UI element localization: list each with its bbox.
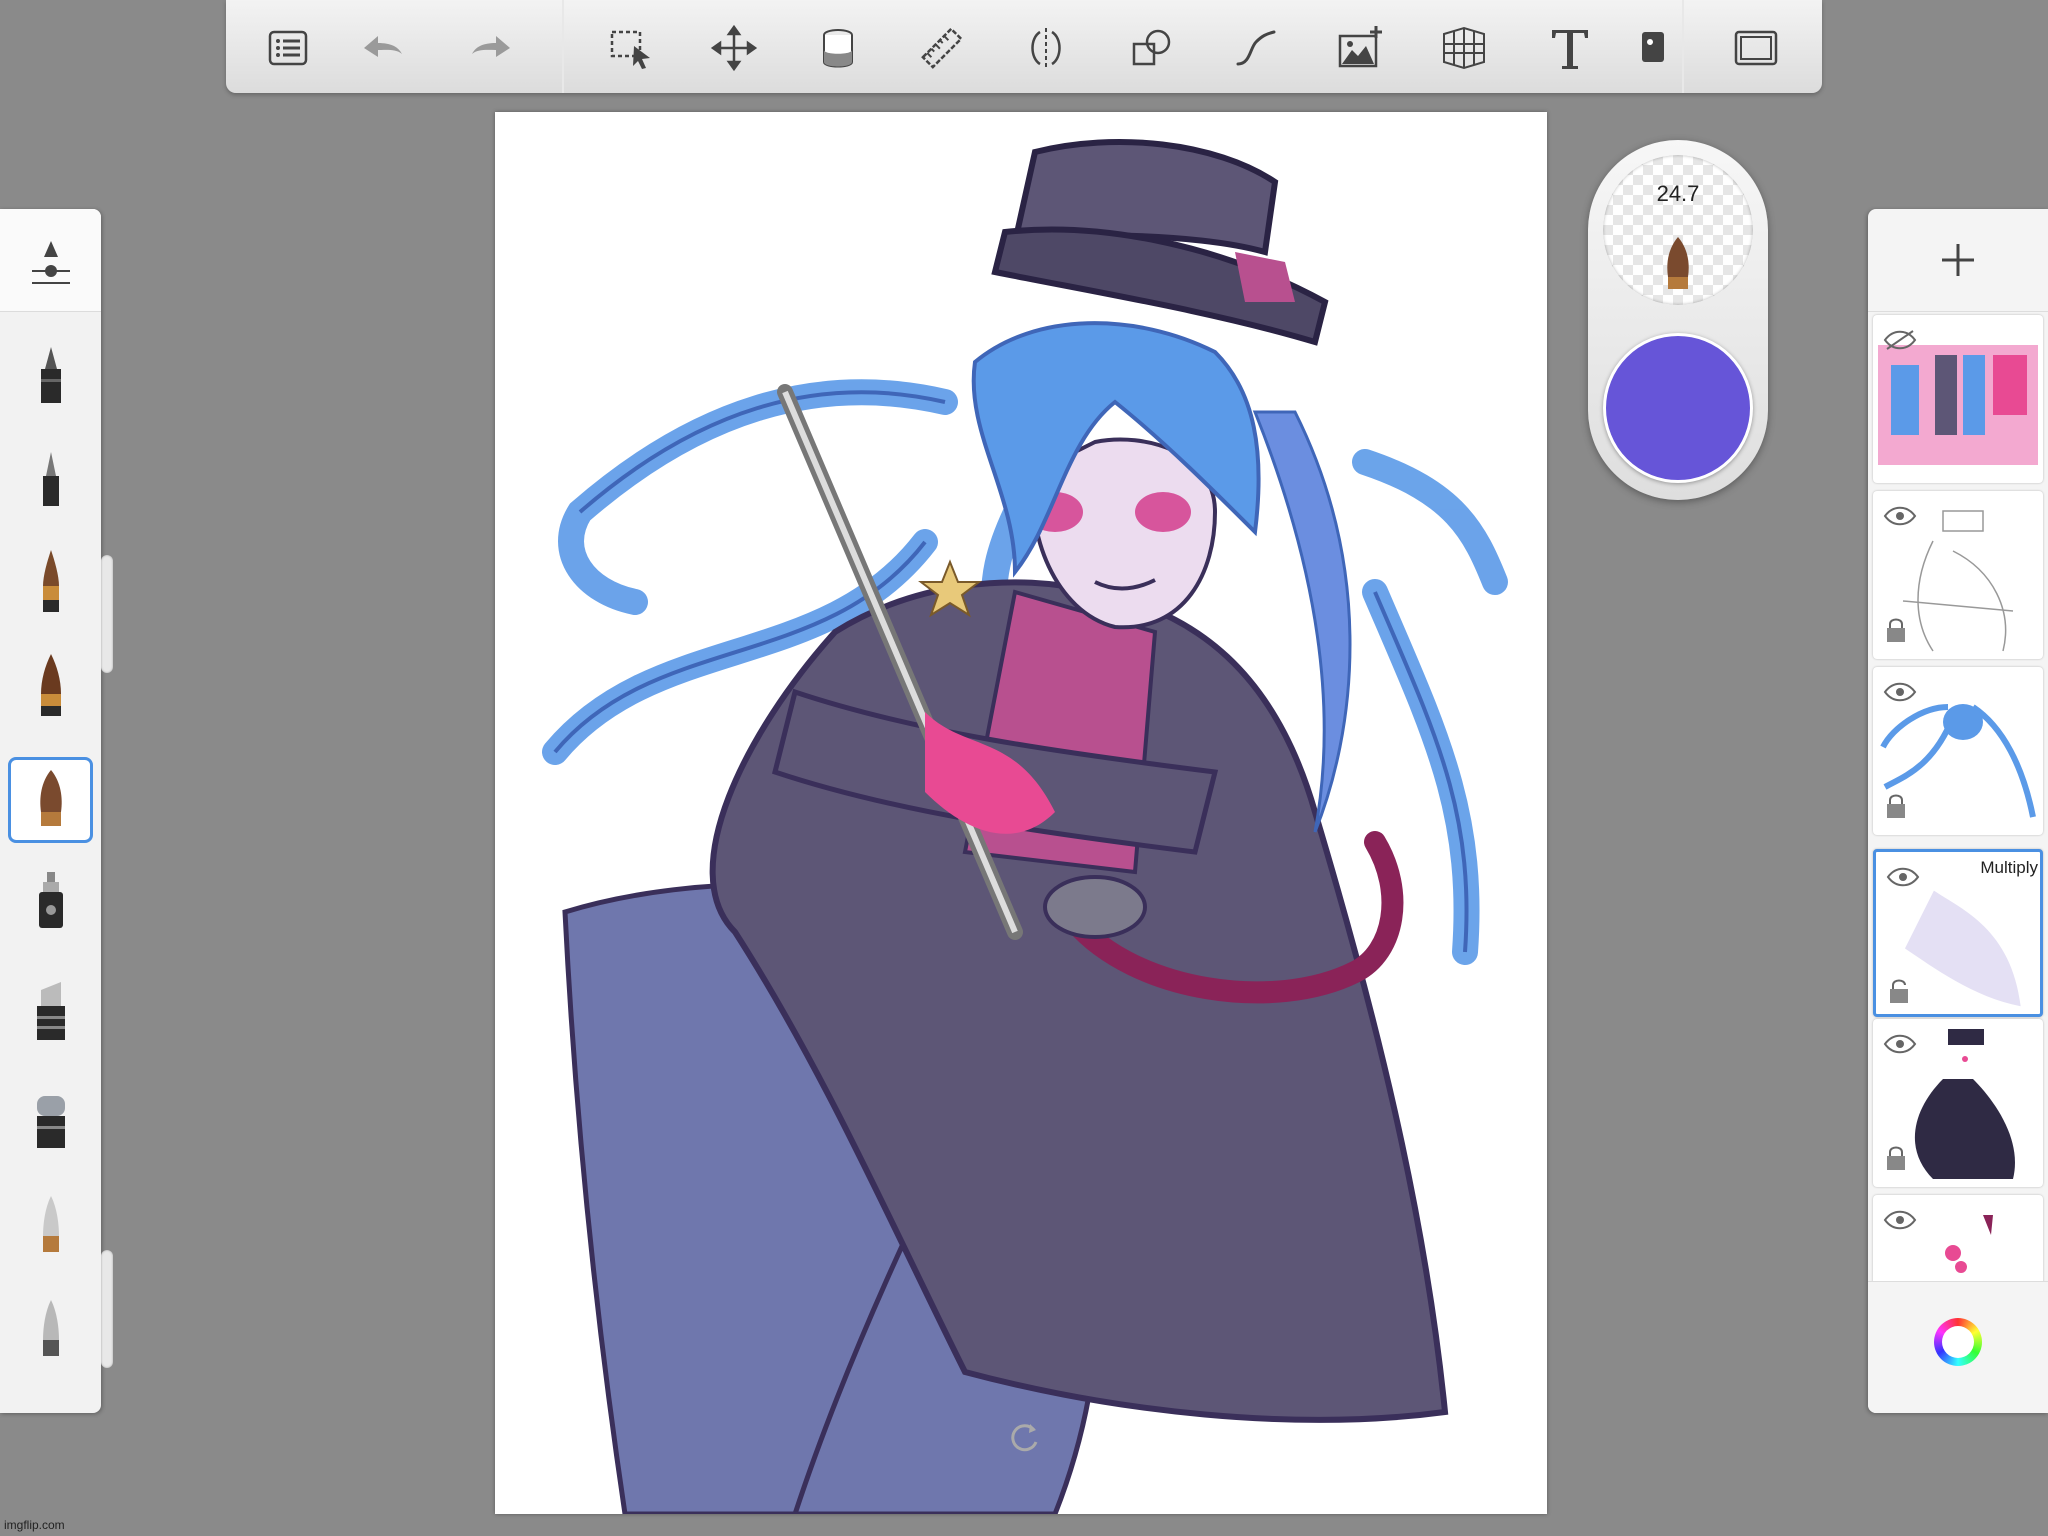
brush-marker[interactable] — [8, 969, 93, 1055]
perspective-grid-icon — [1443, 26, 1485, 70]
current-brush-icon — [1667, 237, 1689, 289]
eraser-icon — [36, 1096, 65, 1148]
ruler-icon — [921, 27, 963, 69]
hidden-eye-icon[interactable] — [1883, 329, 1917, 351]
redo-icon — [472, 36, 510, 57]
symmetry-icon — [1031, 28, 1061, 68]
symmetry-button[interactable] — [1016, 18, 1076, 78]
eye-icon[interactable] — [1883, 505, 1917, 527]
ruler-button[interactable] — [912, 18, 972, 78]
layer-thumbnail[interactable] — [1873, 667, 2043, 835]
fullscreen-icon — [1734, 30, 1778, 66]
add-layer-button[interactable] — [1868, 209, 2048, 312]
brush-palette — [0, 209, 101, 1413]
brush-settings-icon — [32, 241, 70, 284]
small-brush-icon — [42, 550, 59, 612]
frame-button[interactable] — [1622, 18, 1682, 78]
fill-button[interactable] — [808, 18, 868, 78]
layer-thumbnail[interactable] — [1873, 315, 2043, 483]
eye-icon[interactable] — [1883, 681, 1917, 703]
selection-button[interactable] — [600, 18, 660, 78]
blend-mode-label[interactable]: Multiply — [1980, 858, 2038, 878]
toolbar-divider — [1682, 0, 1684, 93]
layer-thumbnail[interactable] — [1873, 491, 2043, 659]
toolbar-divider — [562, 0, 564, 93]
eye-icon[interactable] — [1883, 1033, 1917, 1055]
redo-button[interactable] — [462, 18, 522, 78]
layers-panel: Multiply — [1868, 209, 2048, 1413]
undo-button[interactable] — [352, 18, 412, 78]
text-icon — [1552, 30, 1588, 69]
add-image-icon — [1338, 26, 1382, 68]
paint-brush-icon — [40, 654, 61, 716]
smudge-icon — [42, 1300, 59, 1356]
brush-fine-pen[interactable] — [8, 435, 93, 521]
stroke-button[interactable] — [1226, 18, 1286, 78]
brush-blender[interactable] — [8, 1181, 93, 1267]
layer-thumbnail-active[interactable]: Multiply — [1873, 849, 2043, 1017]
alpha-lock-icon[interactable] — [1888, 978, 1910, 1004]
undo-icon — [364, 36, 402, 57]
sync-icon — [1011, 1424, 1038, 1452]
transform-icon — [710, 24, 758, 72]
watermark-text: imgflip.com — [4, 1518, 65, 1532]
brush-settings-toggle[interactable] — [0, 209, 101, 312]
brush-paint[interactable] — [8, 643, 93, 729]
alpha-lock-icon[interactable] — [1885, 1145, 1907, 1171]
perspective-button[interactable] — [1434, 18, 1494, 78]
brush-smudge[interactable] — [8, 1285, 93, 1371]
brush-eraser[interactable] — [8, 1077, 93, 1163]
shapes-button[interactable] — [1122, 18, 1182, 78]
shapes-icon — [1132, 29, 1171, 66]
artwork-illustration — [542, 139, 1508, 1514]
pencil-brush-icon — [40, 347, 61, 403]
alpha-lock-icon[interactable] — [1885, 617, 1907, 643]
plus-icon — [1942, 244, 1974, 276]
alpha-lock-icon[interactable] — [1885, 793, 1907, 819]
text-button[interactable] — [1540, 18, 1600, 78]
fill-bucket-icon — [823, 29, 853, 68]
brush-size-value: 24.7 — [1656, 181, 1700, 206]
blender-icon — [42, 1196, 59, 1252]
color-wheel-icon[interactable] — [1934, 1318, 1982, 1366]
layer-list-button[interactable] — [258, 18, 318, 78]
brush-size-preview[interactable]: 24.7 — [1603, 155, 1753, 305]
stroke-curve-icon — [1236, 30, 1276, 66]
airbrush-icon — [38, 872, 63, 928]
top-toolbar — [226, 0, 1822, 93]
layers-footer — [1868, 1281, 2048, 1413]
brush-color-puck: 24.7 — [1588, 140, 1768, 500]
eye-icon[interactable] — [1883, 1209, 1917, 1231]
palette-resize-handle[interactable] — [101, 555, 113, 673]
add-image-button[interactable] — [1330, 18, 1390, 78]
soft-brush-icon — [39, 770, 62, 826]
brush-airbrush[interactable] — [8, 859, 93, 945]
layer-thumbnail[interactable] — [1873, 1019, 2043, 1187]
layer-list-icon — [268, 30, 308, 66]
brush-small[interactable] — [8, 539, 93, 625]
eye-icon[interactable] — [1886, 866, 1920, 888]
current-color-swatch[interactable] — [1603, 333, 1753, 483]
fullscreen-button[interactable] — [1726, 18, 1786, 78]
frame-icon — [1642, 32, 1664, 62]
palette-resize-handle[interactable] — [101, 1250, 113, 1368]
fine-pen-brush-icon — [42, 452, 59, 506]
selection-icon — [610, 30, 650, 69]
transform-button[interactable] — [704, 18, 764, 78]
brush-pencil[interactable] — [8, 332, 93, 418]
marker-icon — [36, 982, 65, 1040]
drawing-canvas[interactable] — [495, 112, 1547, 1514]
brush-soft[interactable] — [8, 757, 93, 843]
